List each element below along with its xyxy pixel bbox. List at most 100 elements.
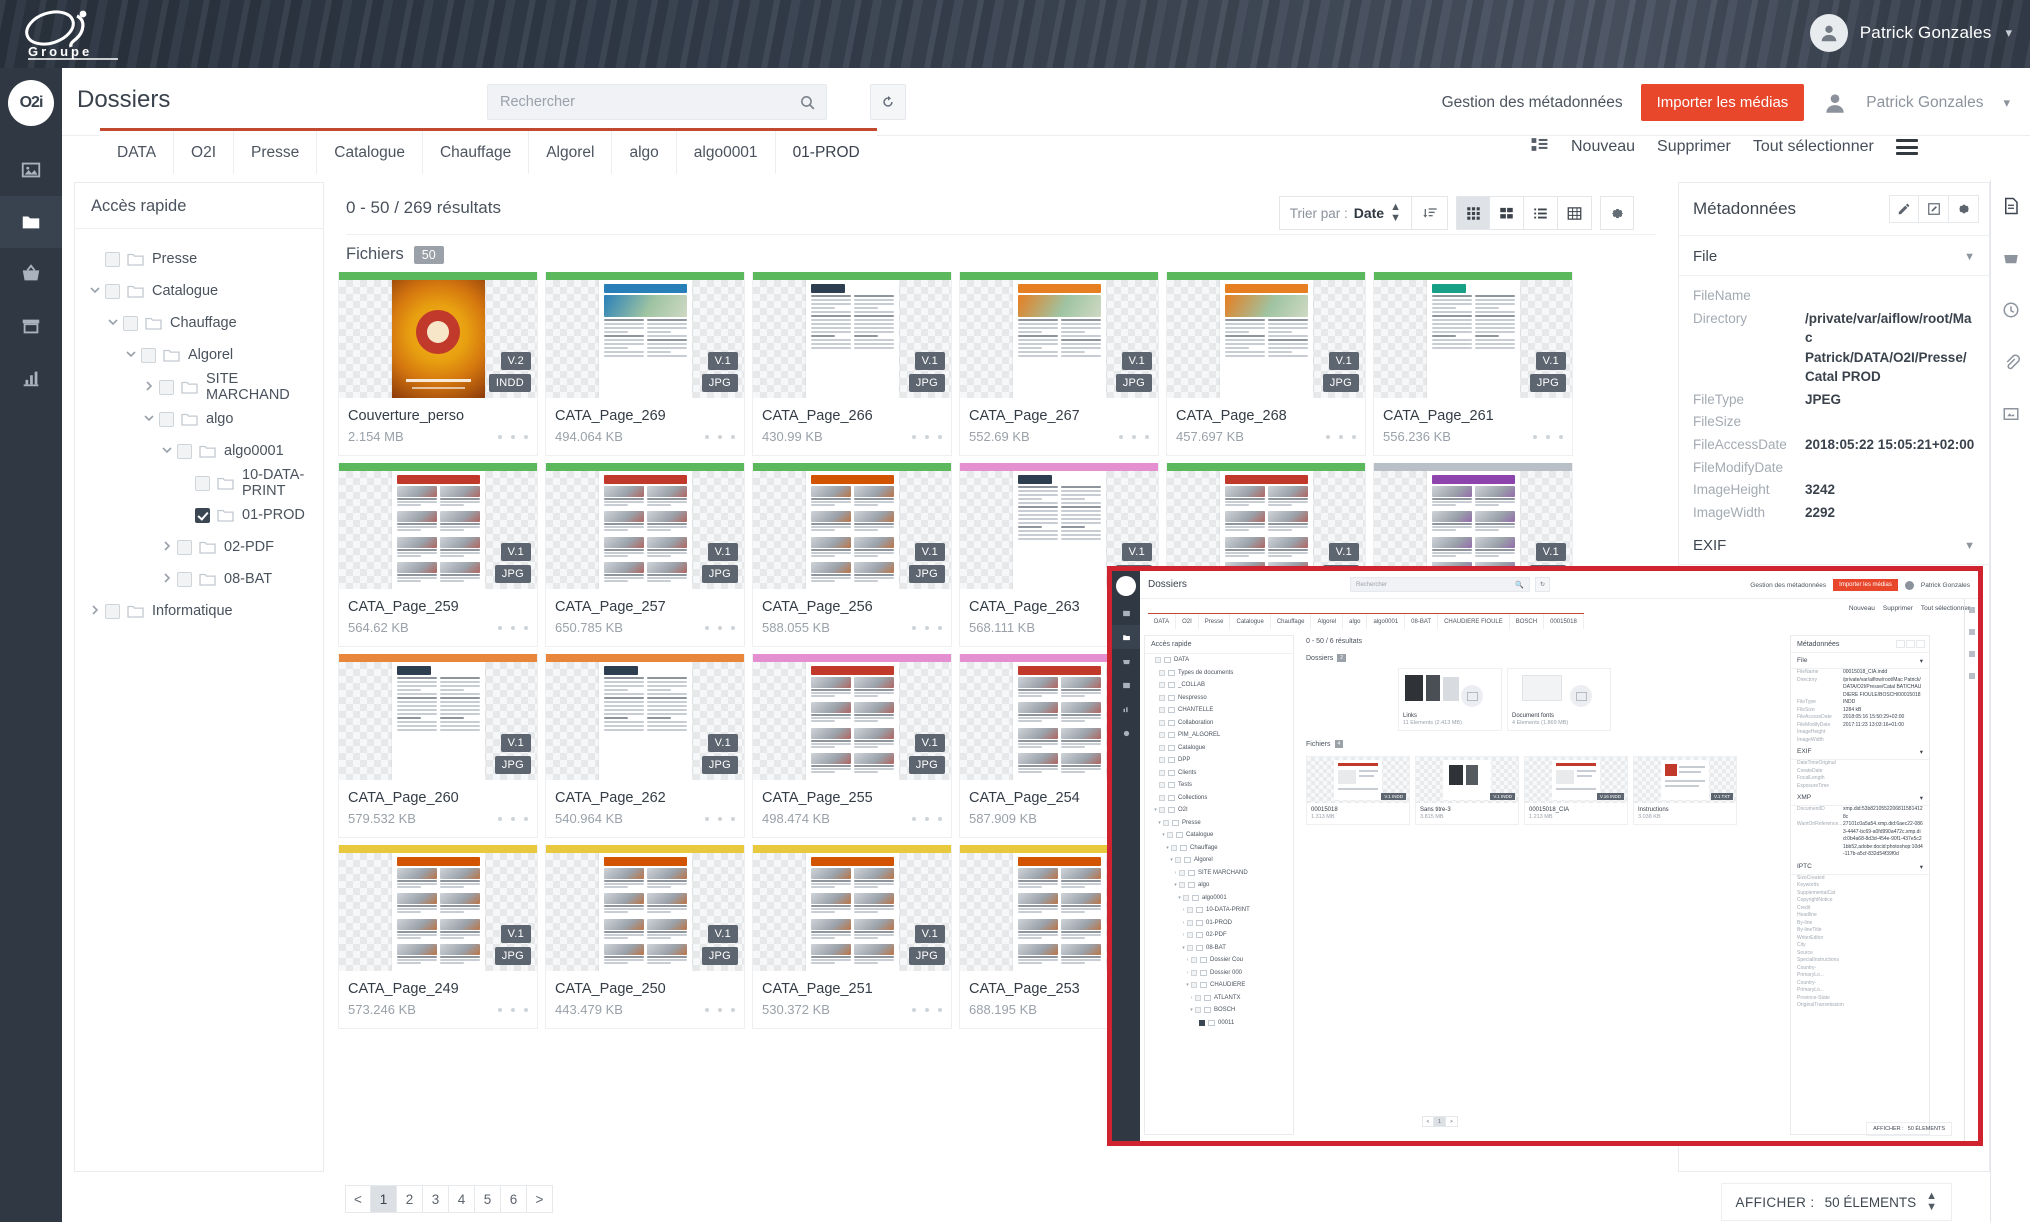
card-thumbnail[interactable]: V.1 JPG [339, 471, 537, 589]
tree-checkbox[interactable] [159, 411, 174, 427]
rrail-item-preview[interactable] [1991, 388, 2030, 440]
card-thumbnail[interactable]: V.2 INDD [339, 280, 537, 398]
overlay-rail-settings[interactable] [1112, 721, 1140, 745]
page-button-2[interactable]: 2 [397, 1185, 423, 1213]
card-thumbnail[interactable]: V.1 JPG [960, 280, 1158, 398]
overlay-tree-node[interactable]: Tests [1145, 779, 1293, 792]
file-card[interactable]: V.1 JPG CATA_Page_250 443.479 KB [545, 845, 745, 1029]
tab-algo0001[interactable]: algo0001 [677, 131, 776, 174]
overlay-file-card[interactable]: V.1 INDD Sans titre-3 3.815 MB [1415, 756, 1519, 825]
file-card[interactable]: V.1 JPG CATA_Page_261 556.236 KB [1373, 272, 1573, 456]
tree-checkbox[interactable] [159, 379, 174, 395]
file-card[interactable]: V.1 JPG CATA_Page_262 540.964 KB [545, 654, 745, 838]
card-action-dots[interactable] [1533, 434, 1563, 439]
overlay-tree-node[interactable]: ▾ Catalogue [1145, 829, 1293, 842]
edit-form-button[interactable] [1919, 195, 1949, 223]
overlay-folder-card[interactable]: Document fonts 4 Elements (1.869 MB) [1507, 668, 1611, 731]
view-list-button[interactable] [1524, 196, 1558, 230]
brand-logo[interactable]: Groupe [14, 6, 134, 64]
overlay-tree-node[interactable]: Types de documents [1145, 667, 1293, 680]
chevron-right-icon[interactable]: › [1181, 932, 1186, 938]
tab-algo[interactable]: algo [612, 131, 677, 174]
sort-direction-button[interactable] [1412, 196, 1448, 230]
tree-node-02-pdf[interactable]: 02-PDF [75, 531, 323, 563]
overlay-tree-node[interactable]: ▾ Presse [1145, 817, 1293, 830]
chevron-down-icon[interactable]: ▾ [1161, 832, 1166, 838]
overlay-tree-checkbox[interactable] [1159, 682, 1165, 689]
overlay-metadata-section[interactable]: File ▾ [1791, 653, 1929, 669]
overlay-file-thumb[interactable]: V.1 INDD [1416, 757, 1518, 803]
list-view-toggle[interactable] [1530, 135, 1549, 159]
page-button-1[interactable]: 1 [371, 1185, 397, 1213]
overlay-file-thumb[interactable]: V.1 TXT [1634, 757, 1736, 803]
overlay-tab-data[interactable]: DATA [1148, 614, 1177, 629]
chevron-right-icon[interactable] [143, 380, 157, 394]
overlay-rrail-history[interactable] [1965, 643, 1978, 665]
view-settings-button[interactable] [1600, 196, 1634, 230]
overlay-tree-checkbox[interactable] [1195, 994, 1201, 1001]
card-thumbnail[interactable]: V.1 JPG [753, 280, 951, 398]
chevron-right-icon[interactable]: › [1181, 907, 1186, 913]
tree-checkbox[interactable] [177, 571, 192, 587]
overlay-metadata-tools[interactable] [1896, 640, 1925, 648]
overlay-page-button[interactable]: > [1446, 1116, 1458, 1127]
overlay-tree-checkbox[interactable] [1159, 769, 1165, 776]
chevron-down-icon[interactable]: ▾ [1920, 794, 1923, 802]
chevron-down-icon[interactable]: ▾ [1165, 845, 1170, 851]
tab-catalogue[interactable]: Catalogue [317, 131, 423, 174]
tree-checkbox[interactable] [177, 443, 192, 459]
card-action-dots[interactable] [498, 1007, 528, 1012]
overlay-items-per-page[interactable]: AFFICHER : 50 ÉLEMENTS [1866, 1122, 1952, 1136]
card-action-dots[interactable] [498, 434, 528, 439]
chevron-right-icon[interactable] [89, 604, 103, 618]
overlay-tree-checkbox[interactable] [1159, 719, 1165, 726]
overlay-tree-node[interactable]: Nespresso [1145, 692, 1293, 705]
overlay-refresh-button[interactable]: ↻ [1535, 577, 1550, 592]
delete-button[interactable]: Supprimer [1657, 138, 1731, 156]
overlay-file-card[interactable]: V.16 INDD 00015018_CIA 1.213 MB [1524, 756, 1628, 825]
rail-item-dashboard[interactable] [0, 144, 62, 196]
overlay-tab-bosch[interactable]: BOSCH [1510, 614, 1545, 629]
overlay-search-input[interactable]: Rechercher [1350, 577, 1530, 592]
overlay-search-icon[interactable]: 🔍 [1515, 581, 1524, 589]
tree-checkbox[interactable] [141, 347, 156, 363]
overlay-rail-reports[interactable] [1112, 697, 1140, 721]
card-action-dots[interactable] [498, 816, 528, 821]
chevron-down-icon[interactable] [107, 316, 121, 330]
overlay-tree-node[interactable]: Collaboration [1145, 717, 1293, 730]
file-card[interactable]: V.1 JPG CATA_Page_257 650.785 KB [545, 463, 745, 647]
overlay-action-tout-s-lectionner[interactable]: Tout sélectionner [1921, 605, 1970, 612]
chevron-down-icon[interactable] [161, 444, 175, 458]
overlay-tree-checkbox[interactable] [1187, 907, 1193, 914]
card-action-dots[interactable] [498, 625, 528, 630]
metadata-section-header[interactable]: EXIF ▼ [1679, 525, 1989, 566]
overlay-tree-node[interactable]: 00011 [1145, 1017, 1293, 1030]
chevron-down-icon[interactable]: ▾ [1153, 807, 1158, 813]
chevron-right-icon[interactable]: › [1181, 920, 1186, 926]
tree-node-presse[interactable]: Presse [75, 243, 323, 275]
chevron-down-icon[interactable]: ▾ [1920, 657, 1923, 665]
tree-checkbox[interactable] [195, 507, 210, 523]
tree-node-catalogue[interactable]: Catalogue [75, 275, 323, 307]
card-action-dots[interactable] [1119, 434, 1149, 439]
file-card[interactable]: V.1 JPG CATA_Page_268 457.697 KB [1166, 272, 1366, 456]
overlay-file-card[interactable]: V.1 INDD 00015018 1.313 MB [1306, 756, 1410, 825]
chevron-right-icon[interactable]: › [1185, 970, 1190, 976]
page-button-3[interactable]: 3 [423, 1185, 449, 1213]
overlay-page-button[interactable]: 1 [1434, 1116, 1446, 1127]
card-action-dots[interactable] [705, 1007, 735, 1012]
overlay-tree-node[interactable]: Collections [1145, 792, 1293, 805]
card-thumbnail[interactable]: V.1 JPG [339, 853, 537, 971]
sort-by-select[interactable]: Trier par : Date ▲ ▼ [1278, 196, 1412, 230]
rrail-item-attachments[interactable] [1991, 336, 2030, 388]
card-thumbnail[interactable]: V.1 JPG [546, 471, 744, 589]
search-input[interactable] [488, 85, 826, 119]
page-button-4[interactable]: 4 [449, 1185, 475, 1213]
rrail-item-history[interactable] [1991, 284, 2030, 336]
file-card[interactable]: V.1 JPG CATA_Page_267 552.69 KB [959, 272, 1159, 456]
chevron-down-icon[interactable]: ▼ [1964, 540, 1975, 552]
overlay-file-thumb[interactable]: V.1 INDD [1307, 757, 1409, 803]
rrail-item-metadata[interactable] [1991, 180, 2030, 232]
overlay-tree-checkbox[interactable] [1191, 969, 1197, 976]
overlay-tree-node[interactable]: Clients [1145, 767, 1293, 780]
